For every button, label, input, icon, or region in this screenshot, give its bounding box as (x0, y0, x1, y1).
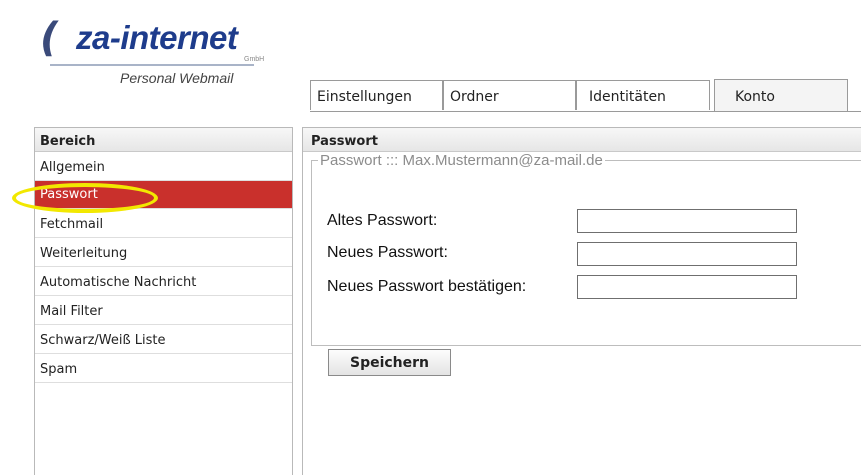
logo-underline (50, 64, 254, 66)
sidebar-item-mail-filter[interactable]: Mail Filter (35, 296, 292, 325)
tab-label: Ordner (450, 89, 499, 105)
main-panel: Passwort Passwort ::: Max.Mustermann@za-… (302, 127, 861, 475)
sidebar-item-weiterleitung[interactable]: Weiterleitung (35, 238, 292, 267)
sidebar: Bereich Allgemein Passwort Fetchmail Wei… (34, 127, 293, 475)
brand-subtitle: Personal Webmail (120, 70, 234, 86)
brand-logo: ( za-internet GmbH Personal Webmail (40, 14, 280, 94)
password-fieldset: Passwort ::: Max.Mustermann@za-mail.de A… (311, 152, 861, 346)
old-password-input[interactable] (577, 209, 797, 233)
tab-ordner[interactable]: Ordner (443, 80, 576, 110)
sidebar-item-spam[interactable]: Spam (35, 354, 292, 383)
settings-tabs: Einstellungen Ordner Identitäten Konto (310, 79, 861, 111)
tab-label: Einstellungen (317, 89, 412, 105)
tab-label: Konto (735, 89, 775, 105)
new-password-label: Neues Passwort: (327, 244, 448, 261)
confirm-password-input[interactable] (577, 275, 797, 299)
brand-gmbh: GmbH (244, 56, 265, 63)
sidebar-item-schwarz-weiss-liste[interactable]: Schwarz/Weiß Liste (35, 325, 292, 354)
tab-konto[interactable]: Konto (714, 79, 848, 111)
old-password-label: Altes Passwort: (327, 212, 438, 229)
panel-header: Passwort (303, 128, 861, 152)
new-password-input[interactable] (577, 242, 797, 266)
tabs-divider (310, 111, 861, 112)
brand-name: za-internet (76, 19, 238, 56)
sidebar-item-fetchmail[interactable]: Fetchmail (35, 209, 292, 238)
fieldset-legend: Passwort ::: Max.Mustermann@za-mail.de (318, 152, 605, 169)
confirm-password-label: Neues Passwort bestätigen: (327, 278, 527, 295)
sidebar-item-automatische-nachricht[interactable]: Automatische Nachricht (35, 267, 292, 296)
tab-label: Identitäten (589, 89, 666, 105)
logo-swoosh-icon: ( (40, 15, 59, 61)
save-button[interactable]: Speichern (328, 349, 451, 376)
sidebar-header: Bereich (35, 128, 292, 152)
sidebar-item-allgemein[interactable]: Allgemein (35, 152, 292, 181)
tab-identitaeten[interactable]: Identitäten (576, 80, 710, 110)
sidebar-item-passwort[interactable]: Passwort (35, 181, 292, 209)
tab-einstellungen[interactable]: Einstellungen (310, 80, 443, 110)
